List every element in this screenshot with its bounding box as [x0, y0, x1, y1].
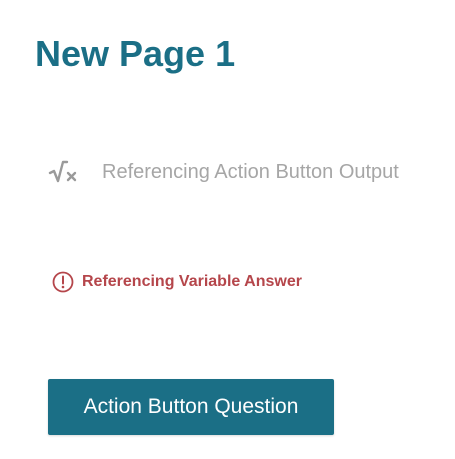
exclamation-circle-icon — [51, 270, 75, 294]
action-button-question[interactable]: Action Button Question — [48, 379, 334, 435]
page-title: New Page 1 — [35, 33, 236, 74]
square-root-x-icon — [48, 157, 78, 187]
error-field[interactable]: Referencing Variable Answer — [51, 268, 302, 296]
formula-field[interactable]: Referencing Action Button Output — [48, 155, 399, 189]
page-canvas: New Page 1 Referencing Action Button Out… — [0, 0, 455, 459]
formula-field-label: Referencing Action Button Output — [102, 160, 399, 183]
error-field-label: Referencing Variable Answer — [82, 273, 302, 290]
